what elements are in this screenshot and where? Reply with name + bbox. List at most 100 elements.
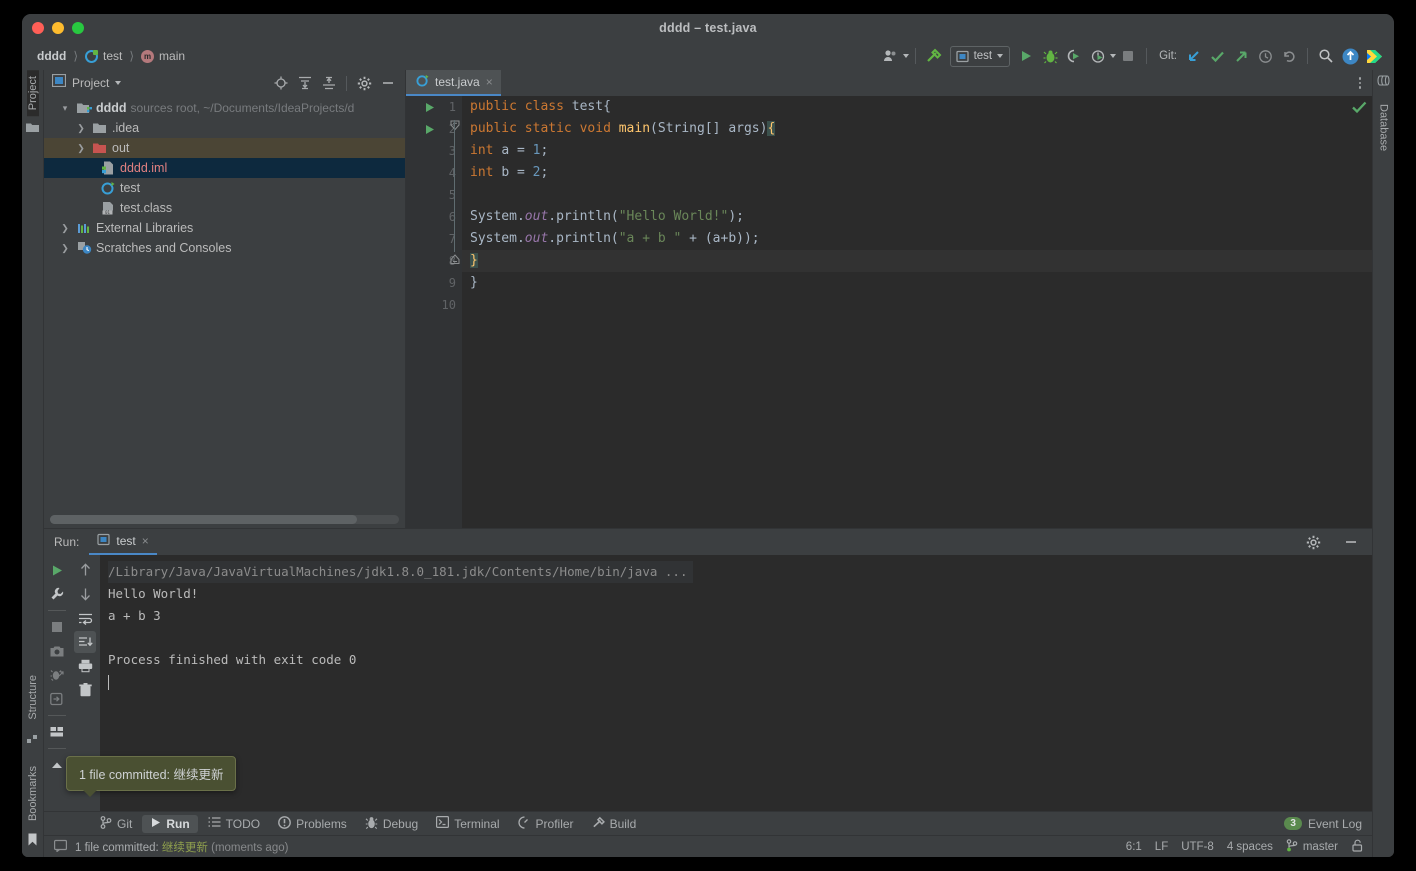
scrollbar-thumb[interactable] [50,515,358,524]
bottom-tab-label: Run [166,816,190,831]
soft-wrap-icon[interactable] [74,607,96,629]
wrench-icon[interactable] [46,583,68,605]
chevron-right-icon[interactable]: ❯ [74,143,88,154]
collapse-up-icon[interactable] [46,754,68,776]
bottom-tab-todo[interactable]: TODO [200,814,268,833]
chevron-down-icon[interactable]: ▾ [58,103,72,114]
run-icon[interactable] [1014,45,1038,67]
inspections-ok-checkmark[interactable] [1350,98,1368,121]
profiler-icon[interactable] [1086,45,1110,67]
code-editor[interactable]: 1 2 3 4 5 6 7 8 9 10 public class test{… [406,96,1372,528]
more-options-icon[interactable] [1348,70,1372,96]
bottom-tab-debug[interactable]: Debug [357,814,426,834]
rerun-icon[interactable] [46,559,68,581]
tab-test-java[interactable]: test.java × [406,70,501,96]
bottom-tab-terminal[interactable]: Terminal [428,814,507,833]
scroll-to-end-icon[interactable] [74,631,96,653]
down-arrow-icon[interactable] [74,583,96,605]
camera-icon[interactable] [46,640,68,662]
caret-position[interactable]: 6:1 [1126,841,1142,853]
update-project-icon[interactable] [1181,45,1205,67]
close-icon[interactable]: × [486,75,493,89]
chevron-right-icon[interactable]: ❯ [58,243,72,254]
expand-all-icon[interactable] [294,73,316,93]
tree-node-test-class[interactable]: 01 test.class [44,198,405,218]
message-balloon-icon[interactable] [54,839,68,855]
bottom-tab-problems[interactable]: Problems [270,814,355,834]
settings-gear-icon[interactable] [353,73,375,93]
editor-gutter[interactable]: 1 2 3 4 5 6 7 8 9 10 [406,96,462,528]
bottom-tab-git[interactable]: Git [92,814,140,834]
run-class-gutter-icon[interactable] [422,96,436,118]
account-icon[interactable] [1338,45,1362,67]
user-profile-icon[interactable] [879,45,903,67]
fold-end-icon[interactable] [450,252,460,270]
scrollbar-track[interactable] [50,515,399,524]
tree-node-label: Scratches and Consoles [96,241,232,255]
chevron-down-icon[interactable] [902,54,909,58]
debug-icon[interactable] [1038,45,1062,67]
breadcrumb-item-project[interactable]: dddd [34,48,69,64]
print-icon[interactable] [74,655,96,677]
code-line-8: } [462,250,1372,272]
bottom-tab-profiler[interactable]: Profiler [510,814,582,834]
history-icon[interactable] [1253,45,1277,67]
export-icon[interactable] [46,688,68,710]
push-icon[interactable] [1229,45,1253,67]
collapse-all-icon[interactable] [318,73,340,93]
settings-gear-icon[interactable] [1302,532,1324,552]
fold-collapse-icon[interactable] [450,118,460,136]
breadcrumb-item-method[interactable]: m main [138,48,188,64]
up-arrow-icon[interactable] [74,559,96,581]
sidebar-item-structure[interactable]: Structure [27,669,39,726]
sidebar-item-project[interactable]: Project [26,70,39,117]
status-message[interactable]: 1 file committed: 继续更新 (moments ago) [75,839,288,855]
unlocked-icon[interactable] [1351,839,1364,855]
indent-setting[interactable]: 4 spaces [1227,841,1273,853]
code-lines[interactable]: public class test{ public static void ma… [462,96,1372,528]
run-with-coverage-icon[interactable] [1062,45,1086,67]
search-everywhere-icon[interactable] [1314,45,1338,67]
event-log-area[interactable]: 3 Event Log [1284,817,1372,831]
tree-node-external-libraries[interactable]: ❯ External Libraries [44,218,405,238]
layout-icon[interactable] [46,721,68,743]
run-tab-test[interactable]: test × [89,529,157,555]
tree-node-dddd-iml[interactable]: dddd.iml [44,158,405,178]
console-output[interactable]: /Library/Java/JavaVirtualMachines/jdk1.8… [100,555,1372,811]
chevron-down-icon[interactable] [997,54,1004,58]
project-horizontal-scrollbar[interactable] [44,511,405,528]
chevron-right-icon[interactable]: ❯ [74,123,88,134]
breadcrumb-label: dddd [37,49,67,63]
trash-icon[interactable] [74,679,96,701]
tree-node-dddd[interactable]: ▾ dddd sources root, ~/Documents/IdeaPro… [44,98,405,118]
tree-node-label: test [120,181,141,195]
sidebar-item-database[interactable]: Database [1378,98,1390,157]
run-method-gutter-icon[interactable] [422,118,436,140]
debug-bug-icon [365,816,378,832]
rollback-icon[interactable] [1277,45,1301,67]
ide-logo-icon[interactable] [1362,45,1386,67]
chevron-down-icon[interactable] [115,81,122,85]
event-log-label: Event Log [1307,816,1362,831]
close-icon[interactable]: × [142,534,149,548]
tree-node-test[interactable]: test [44,178,405,198]
tree-node-out[interactable]: ❯ out [44,138,405,158]
hide-icon[interactable] [1340,532,1362,552]
thread-dump-icon[interactable] [46,664,68,686]
line-separator[interactable]: LF [1155,841,1168,853]
git-branch-widget[interactable]: master [1286,838,1338,855]
bottom-tab-label: Debug [382,816,419,831]
bottom-tab-build[interactable]: Build [584,814,645,834]
locate-icon[interactable] [270,73,292,93]
sidebar-item-bookmarks[interactable]: Bookmarks [27,760,39,827]
commit-icon[interactable] [1205,45,1229,67]
file-encoding[interactable]: UTF-8 [1181,841,1214,853]
tree-node-scratches-and-consoles[interactable]: ❯ Scratches and Consoles [44,238,405,258]
tree-node-idea[interactable]: ❯ .idea [44,118,405,138]
bottom-tab-run[interactable]: Run [142,814,198,833]
breadcrumb-item-class[interactable]: test [82,48,125,64]
hammer-icon[interactable] [922,45,946,67]
chevron-right-icon[interactable]: ❯ [58,223,72,234]
hide-icon[interactable] [377,73,399,93]
run-configuration-selector[interactable]: test [949,45,1011,67]
